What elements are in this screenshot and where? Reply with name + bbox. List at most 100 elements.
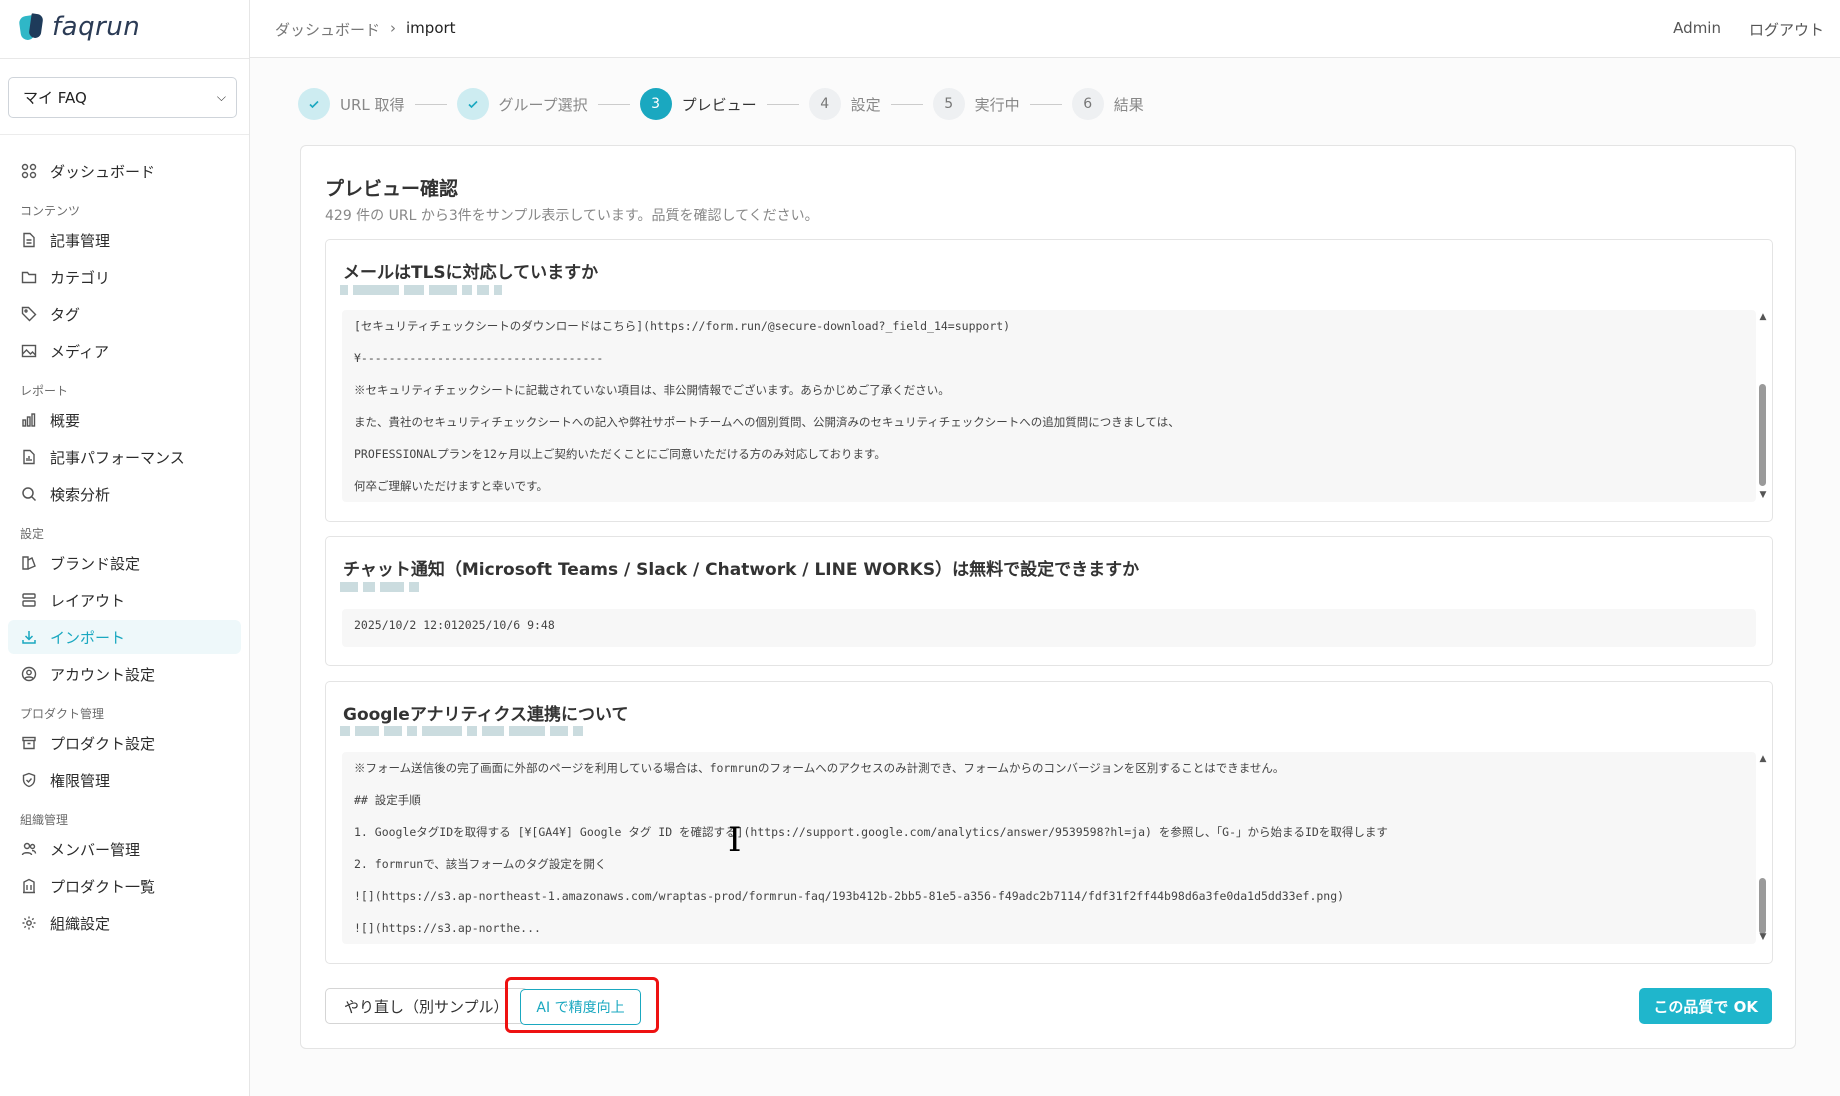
sidebar-section-label: レポート	[20, 384, 69, 398]
sidebar-item-label: プロダクト設定	[50, 734, 156, 753]
step-label: グループ選択	[498, 95, 588, 114]
sidebar-section-label: 設定	[20, 527, 45, 541]
sidebar-item-label: 記事管理	[50, 231, 111, 250]
step-number: 6	[1071, 88, 1104, 120]
answer-line: 何卒ご理解いただけますと幸いです。	[354, 479, 549, 493]
retry-button[interactable]: やり直し（別サンプル）	[325, 988, 528, 1024]
sidebar-item-label: カテゴリ	[50, 268, 111, 287]
scrollbar[interactable]: ▲ ▼	[1758, 754, 1768, 944]
sidebar-item[interactable]: カテゴリ	[8, 260, 241, 294]
sidebar-item[interactable]: タグ	[8, 297, 241, 331]
answer-line: ¥-----------------------------------	[354, 351, 604, 365]
tag-icon	[20, 305, 38, 323]
document-icon	[20, 231, 38, 249]
breadcrumb-dashboard[interactable]: ダッシュボード	[275, 19, 380, 40]
faqrun-logo-icon	[18, 12, 46, 42]
answer-line: また、貴社のセキュリティチェックシートへの記入や弊社サポートチームへの個別質問、…	[354, 415, 1180, 429]
building-icon	[20, 877, 38, 895]
preview-item: チャット通知（Microsoft Teams / Slack / Chatwor…	[325, 536, 1773, 666]
blurred-url	[340, 726, 588, 737]
sidebar-item-label: 組織設定	[50, 914, 111, 933]
step-connector	[597, 103, 630, 105]
sidebar-item[interactable]: ダッシュボード	[8, 154, 241, 188]
sidebar-item[interactable]: インポート	[8, 620, 241, 654]
step-number: 4	[808, 88, 841, 120]
sidebar-nav: ダッシュボードコンテンツ記事管理カテゴリタグメディアレポート概要記事パフォーマン…	[0, 135, 249, 940]
scroll-thumb[interactable]	[1759, 878, 1766, 934]
sidebar-item[interactable]: プロダクト設定	[8, 726, 241, 760]
answer-line: [セキュリティチェックシートのダウンロードはこちら](https://form.…	[354, 319, 1011, 333]
preview-answer[interactable]: [セキュリティチェックシートのダウンロードはこちら](https://form.…	[342, 310, 1756, 502]
step-label: 設定	[850, 95, 881, 114]
sidebar-item-label: メディア	[50, 342, 109, 361]
sidebar-item[interactable]: メディア	[8, 334, 241, 368]
user-circle-icon	[20, 665, 38, 683]
logo-text: faqrun	[52, 12, 141, 42]
step-label: 結果	[1113, 95, 1144, 114]
check-icon	[298, 88, 330, 120]
sidebar-section-label: プロダクト管理	[20, 707, 105, 721]
sidebar-item[interactable]: レイアウト	[8, 583, 241, 617]
step-number: 5	[932, 88, 965, 120]
logo[interactable]: faqrun	[0, 0, 249, 54]
sidebar-item-label: メンバー管理	[50, 840, 141, 859]
sidebar-item-label: プロダクト一覧	[50, 877, 156, 896]
sidebar-item[interactable]: アカウント設定	[8, 657, 241, 691]
sidebar-item-label: タグ	[50, 305, 81, 324]
sidebar-section-label: コンテンツ	[20, 204, 81, 218]
sidebar-item[interactable]: 検索分析	[8, 477, 241, 511]
step: 5 実行中	[932, 88, 1020, 120]
sidebar-item[interactable]: 記事管理	[8, 223, 241, 257]
layout-icon	[20, 591, 38, 609]
answer-line: ![](https://s3.ap-northe...	[354, 921, 541, 935]
scroll-thumb[interactable]	[1759, 384, 1766, 486]
sidebar-item[interactable]: ブランド設定	[8, 546, 241, 580]
approve-button[interactable]: この品質で OK	[1639, 988, 1772, 1024]
step: グループ選択	[456, 88, 588, 120]
ai-improve-button[interactable]: AI で精度向上	[520, 989, 641, 1025]
preview-question: メールはTLSに対応していますか	[343, 263, 599, 283]
sidebar: faqrun マイ FAQ ⌵ ダッシュボードコンテンツ記事管理カテゴリタグメデ…	[0, 0, 250, 1096]
sidebar-item-label: 記事パフォーマンス	[50, 448, 185, 467]
step: 6 結果	[1071, 88, 1144, 120]
step-connector	[766, 103, 799, 105]
preview-subtitle: 429 件の URL から3件をサンプル表示しています。品質を確認してください。	[325, 208, 819, 224]
text-cursor-icon: I	[728, 820, 742, 860]
scrollbar[interactable]: ▲ ▼	[1758, 312, 1768, 502]
preview-answer[interactable]: 2025/10/2 12:012025/10/6 9:48	[342, 609, 1756, 647]
step-connector	[414, 103, 447, 105]
sidebar-item-label: ダッシュボード	[50, 162, 156, 181]
breadcrumb-current: import	[406, 19, 456, 37]
faq-select-value: マイ FAQ	[23, 89, 87, 107]
answer-line: 2. formrunで、該当フォームのタグ設定を開く	[354, 857, 607, 871]
image-icon	[20, 342, 38, 360]
scroll-up-icon[interactable]: ▲	[1758, 754, 1768, 766]
answer-line: PROFESSIONALプランを12ヶ月以上ご契約いただくことにご同意いただける…	[354, 447, 886, 461]
admin-link[interactable]: Admin	[1673, 19, 1721, 40]
step: URL 取得	[298, 88, 405, 120]
faq-select[interactable]: マイ FAQ ⌵	[8, 77, 237, 118]
logout-link[interactable]: ログアウト	[1749, 19, 1824, 40]
preview-answer[interactable]: ※フォーム送信後の完了画面に外部のページを利用している場合は、formrunのフ…	[342, 752, 1756, 944]
sidebar-item-label: 概要	[50, 411, 81, 430]
download-icon	[20, 628, 38, 646]
step: 3 プレビュー	[639, 88, 757, 120]
scroll-down-icon[interactable]: ▼	[1758, 490, 1768, 502]
sidebar-item[interactable]: 概要	[8, 403, 241, 437]
scroll-down-icon[interactable]: ▼	[1758, 932, 1768, 944]
sidebar-item[interactable]: 権限管理	[8, 763, 241, 797]
sidebar-item[interactable]: プロダクト一覧	[8, 869, 241, 903]
sidebar-item-label: ブランド設定	[50, 554, 141, 573]
sidebar-item[interactable]: 記事パフォーマンス	[8, 440, 241, 474]
shield-icon	[20, 771, 38, 789]
sidebar-item-label: 検索分析	[50, 485, 111, 504]
preview-card: プレビュー確認 429 件の URL から3件をサンプル表示しています。品質を確…	[300, 145, 1796, 1049]
palette-icon	[20, 554, 38, 572]
scroll-up-icon[interactable]: ▲	[1758, 312, 1768, 324]
answer-line: ※フォーム送信後の完了画面に外部のページを利用している場合は、formrunのフ…	[354, 761, 1285, 775]
answer-line: ※セキュリティチェックシートに記載されていない項目は、非公開情報でございます。あ…	[354, 383, 950, 397]
document-chart-icon	[20, 448, 38, 466]
sidebar-item[interactable]: 組織設定	[8, 906, 241, 940]
sidebar-item[interactable]: メンバー管理	[8, 832, 241, 866]
step-label: URL 取得	[340, 95, 405, 114]
